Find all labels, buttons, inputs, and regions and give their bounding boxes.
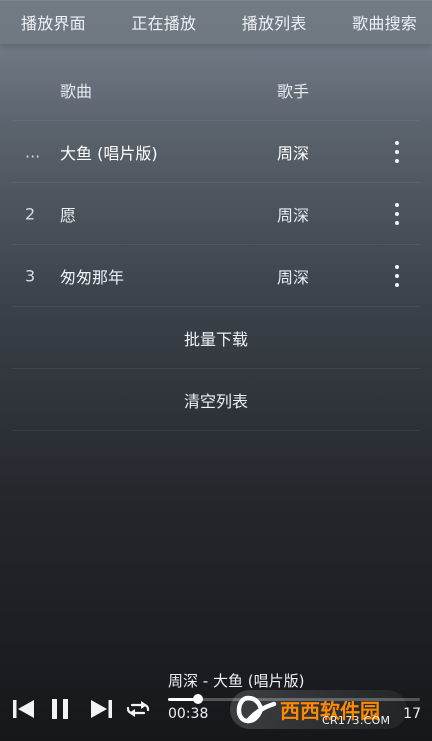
song-column-header: 歌曲: [60, 81, 93, 101]
progress-thumb[interactable]: [193, 694, 204, 704]
playlist-row-2[interactable]: 2 愿 周深: [12, 183, 420, 245]
row-index: 3: [25, 266, 36, 285]
tab-now-playing[interactable]: 正在播放: [131, 10, 196, 34]
playlist: 歌曲 歌手 ... 大鱼 (唱片版) 周深 2 愿 周深 3 匆匆那年 周深 批: [12, 59, 420, 431]
batch-download-button[interactable]: 批量下载: [12, 307, 420, 369]
skip-next-icon[interactable]: [87, 695, 115, 723]
menu-dot: [395, 220, 399, 225]
artist-column-header: 歌手: [277, 81, 310, 101]
tab-playlist[interactable]: 播放列表: [242, 10, 307, 34]
artist-name: 周深: [277, 143, 310, 163]
more-vert-icon[interactable]: [386, 264, 408, 288]
menu-dot: [395, 211, 399, 216]
repeat-icon[interactable]: [124, 695, 152, 723]
tab-bar: 播放界面 正在播放 播放列表 歌曲搜索: [0, 0, 432, 44]
menu-dot: [395, 264, 399, 269]
playlist-row-current[interactable]: ... 大鱼 (唱片版) 周深: [12, 121, 420, 183]
tab-song-search[interactable]: 歌曲搜索: [352, 10, 417, 34]
artist-name: 周深: [277, 267, 310, 287]
menu-dot: [395, 149, 399, 154]
menu-dot: [395, 282, 399, 287]
playlist-header: 歌曲 歌手: [12, 59, 420, 121]
now-playing-title: 周深 - 大鱼 (唱片版): [168, 672, 305, 690]
tab-player-view[interactable]: 播放界面: [21, 10, 86, 34]
menu-dot: [395, 202, 399, 207]
player-bar: 周深 - 大鱼 (唱片版) 00:38 17: [0, 667, 432, 741]
row-index: ...: [25, 142, 41, 161]
menu-dot: [395, 273, 399, 278]
song-title: 大鱼 (唱片版): [60, 143, 158, 163]
song-title: 匆匆那年: [60, 267, 125, 287]
pause-icon[interactable]: [46, 695, 74, 723]
clear-list-button[interactable]: 清空列表: [12, 369, 420, 431]
current-time: 00:38: [168, 706, 209, 722]
playlist-row-3[interactable]: 3 匆匆那年 周深: [12, 245, 420, 307]
menu-dot: [395, 158, 399, 163]
more-vert-icon[interactable]: [386, 202, 408, 226]
skip-previous-icon[interactable]: [10, 695, 38, 723]
total-time: 17: [403, 706, 421, 722]
more-vert-icon[interactable]: [386, 140, 408, 164]
menu-dot: [395, 140, 399, 145]
artist-name: 周深: [277, 205, 310, 225]
song-title: 愿: [60, 205, 77, 225]
progress-slider[interactable]: [168, 694, 420, 704]
row-index: 2: [25, 204, 36, 223]
